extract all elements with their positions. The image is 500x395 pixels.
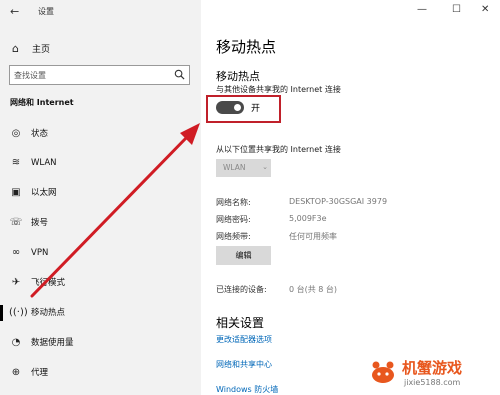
sidebar-item-label: 数据使用量 bbox=[31, 338, 74, 348]
sidebar-item-wlan[interactable]: ≋ WLAN bbox=[0, 153, 201, 173]
sidebar-item-label: VPN bbox=[31, 248, 49, 258]
sidebar-item-data-usage[interactable]: ◔ 数据使用量 bbox=[0, 333, 201, 353]
sidebar: ← 设置 ⌂ 主页 网络和 Internet ◎ 状态 ≋ WLAN ▣ 以太网 bbox=[0, 0, 201, 395]
connected-devices-label: 已连接的设备: bbox=[216, 285, 267, 294]
dialup-icon: ☏ bbox=[9, 217, 23, 228]
share-from-label: 从以下位置共享我的 Internet 连接 bbox=[216, 145, 341, 154]
network-password-label: 网络密码: bbox=[216, 215, 251, 224]
home-link[interactable]: ⌂ 主页 bbox=[12, 40, 50, 56]
hotspot-icon: ((·)) bbox=[9, 307, 28, 318]
sidebar-item-label: 飞行模式 bbox=[31, 278, 66, 288]
settings-window: ← 设置 ⌂ 主页 网络和 Internet ◎ 状态 ≋ WLAN ▣ 以太网 bbox=[0, 0, 500, 395]
link-adapter-options[interactable]: 更改适配器选项 bbox=[216, 334, 272, 345]
network-name-label: 网络名称: bbox=[216, 198, 251, 207]
share-from-value: WLAN bbox=[223, 163, 246, 172]
back-arrow-icon[interactable]: ← bbox=[10, 5, 19, 18]
connected-devices-value: 0 台(共 8 台) bbox=[289, 285, 338, 294]
edit-button[interactable]: 编辑 bbox=[216, 246, 271, 265]
airplane-icon: ✈ bbox=[11, 277, 21, 288]
search-icon[interactable] bbox=[174, 69, 185, 80]
sidebar-item-ethernet[interactable]: ▣ 以太网 bbox=[0, 183, 201, 203]
related-settings-title: 相关设置 bbox=[216, 316, 265, 330]
network-band-value: 任何可用频率 bbox=[289, 232, 337, 241]
vpn-icon: ∞ bbox=[11, 247, 21, 258]
section-title: 移动热点 bbox=[216, 70, 260, 83]
main-panel: — ☐ ✕ 移动热点 移动热点 与其他设备共享我的 Internet 连接 开 … bbox=[201, 0, 500, 395]
ethernet-icon: ▣ bbox=[11, 187, 21, 198]
network-band-label: 网络频带: bbox=[216, 232, 251, 241]
share-from-select[interactable]: WLAN ⌄ bbox=[216, 159, 271, 177]
home-label: 主页 bbox=[32, 44, 51, 55]
hotspot-toggle[interactable] bbox=[216, 101, 244, 114]
toggle-knob bbox=[234, 104, 241, 111]
sidebar-item-proxy[interactable]: ⊕ 代理 bbox=[0, 363, 201, 383]
crab-logo-icon bbox=[372, 361, 394, 383]
search-input[interactable] bbox=[10, 66, 170, 84]
sidebar-item-airplane-mode[interactable]: ✈ 飞行模式 bbox=[0, 273, 201, 293]
sidebar-item-dialup[interactable]: ☏ 拨号 bbox=[0, 213, 201, 233]
watermark-text: 机蟹游戏 bbox=[402, 359, 463, 377]
network-name-value: DESKTOP-30GSGAI 3979 bbox=[289, 197, 388, 206]
sidebar-item-label: 代理 bbox=[31, 368, 49, 378]
wifi-icon: ≋ bbox=[11, 157, 21, 168]
data-usage-icon: ◔ bbox=[11, 337, 21, 348]
title-bar: ← 设置 bbox=[0, 0, 201, 22]
section-title: 网络和 Internet bbox=[10, 98, 74, 107]
sidebar-item-label: 状态 bbox=[31, 129, 49, 139]
chevron-down-icon: ⌄ bbox=[262, 163, 268, 171]
network-password-value: 5,009F3e bbox=[289, 214, 327, 223]
minimize-icon[interactable]: — bbox=[417, 4, 427, 15]
maximize-icon[interactable]: ☐ bbox=[452, 4, 461, 15]
link-network-sharing-center[interactable]: 网络和共享中心 bbox=[216, 359, 272, 370]
watermark-url: jixie5188.com bbox=[404, 378, 461, 387]
globe-icon: ◎ bbox=[11, 128, 21, 139]
sidebar-item-label: WLAN bbox=[31, 158, 57, 168]
sidebar-item-label: 移动热点 bbox=[31, 308, 66, 318]
proxy-icon: ⊕ bbox=[11, 367, 21, 378]
close-icon[interactable]: ✕ bbox=[481, 4, 489, 15]
search-box[interactable] bbox=[9, 65, 190, 85]
sidebar-item-label: 拨号 bbox=[31, 218, 49, 228]
share-connection-label: 与其他设备共享我的 Internet 连接 bbox=[216, 85, 341, 94]
page-title: 移动热点 bbox=[216, 38, 277, 56]
home-icon: ⌂ bbox=[12, 41, 19, 55]
watermark: 机蟹游戏 jixie5188.com bbox=[368, 355, 498, 391]
link-windows-firewall[interactable]: Windows 防火墙 bbox=[216, 384, 278, 395]
app-title: 设置 bbox=[38, 7, 54, 16]
sidebar-item-mobile-hotspot[interactable]: ((·)) 移动热点 bbox=[0, 303, 201, 323]
toggle-state-label: 开 bbox=[251, 104, 261, 114]
sidebar-item-vpn[interactable]: ∞ VPN bbox=[0, 243, 201, 263]
sidebar-item-label: 以太网 bbox=[31, 188, 57, 198]
sidebar-item-status[interactable]: ◎ 状态 bbox=[0, 124, 201, 144]
